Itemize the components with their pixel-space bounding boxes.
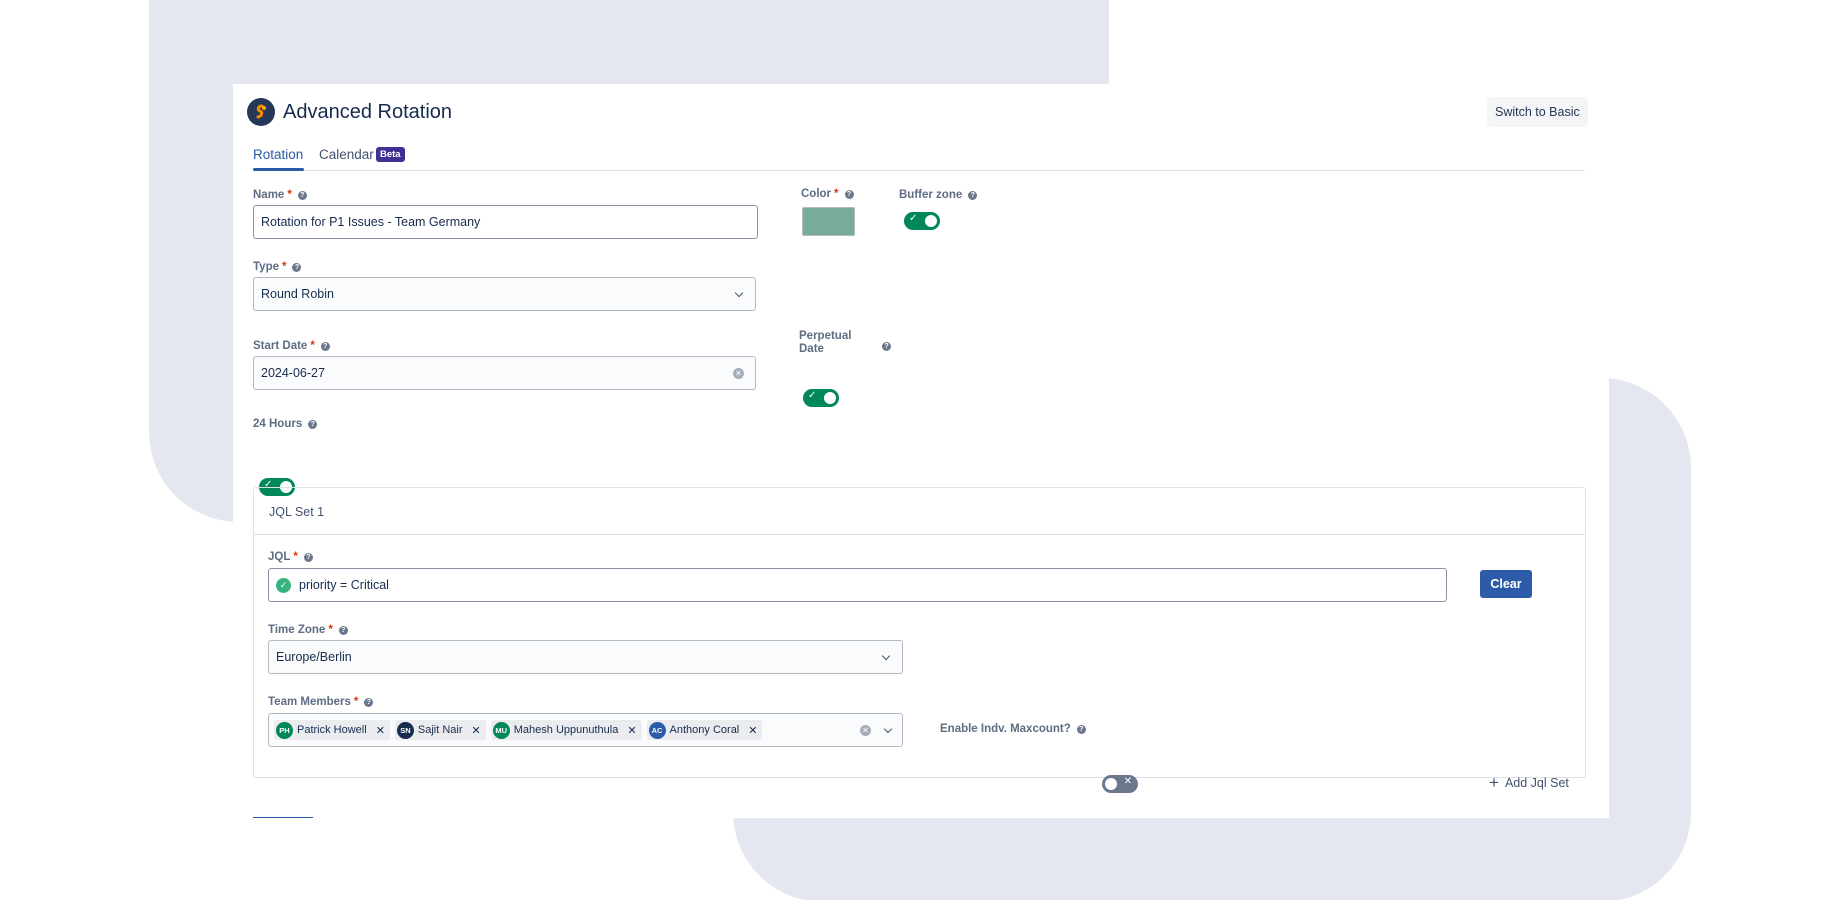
avatar: AC (648, 721, 666, 739)
help-icon[interactable]: ? (338, 625, 348, 635)
avatar: PH (276, 721, 293, 739)
maxcount-label: Enable Indv. Maxcount?? (940, 723, 1086, 735)
help-icon[interactable]: ? (303, 552, 313, 562)
remove-member-icon[interactable]: ✕ (472, 724, 481, 737)
help-icon[interactable]: ? (882, 342, 891, 351)
beta-badge: Beta (376, 147, 405, 162)
avatar: SN (396, 721, 414, 739)
add-jql-set-button[interactable]: + Add Jql Set (1489, 773, 1569, 792)
rotation-panel: Advanced Rotation Switch to Basic Rotati… (233, 84, 1609, 818)
avatar: MU (492, 721, 510, 739)
team-members-select[interactable]: PH Patrick Howell ✕ SN Sajit Nair ✕ MU M… (268, 713, 903, 747)
color-swatch[interactable] (802, 207, 855, 236)
perpetual-date-toggle[interactable]: ✓ (803, 389, 839, 407)
start-date-label: Start Date *? (253, 340, 330, 352)
type-label: Type *? (253, 261, 302, 273)
tab-calendar[interactable]: Calendar (319, 147, 374, 162)
remove-member-icon[interactable]: ✕ (376, 724, 385, 737)
chevron-down-icon[interactable] (883, 724, 893, 733)
color-label: Color *? (801, 188, 854, 200)
switch-to-basic-button[interactable]: Switch to Basic (1487, 97, 1588, 127)
clear-jql-button[interactable]: Clear (1480, 570, 1532, 598)
clear-date-icon[interactable]: ✕ (733, 367, 744, 379)
remove-member-icon[interactable]: ✕ (627, 724, 636, 737)
chevron-down-icon (734, 288, 744, 297)
member-chip[interactable]: SN Sajit Nair ✕ (394, 720, 486, 740)
help-icon[interactable]: ? (292, 262, 302, 272)
help-icon[interactable]: ? (308, 419, 318, 429)
help-icon[interactable]: ? (364, 697, 374, 707)
plus-icon: + (1489, 773, 1499, 792)
member-chip[interactable]: AC Anthony Coral ✕ (646, 720, 763, 740)
member-chip[interactable]: MU Mahesh Uppunuthula ✕ (490, 720, 642, 740)
help-icon[interactable]: ? (297, 190, 307, 200)
tabs-divider (253, 170, 1585, 171)
maxcount-toggle[interactable]: ✕ (1102, 775, 1138, 793)
help-icon[interactable]: ? (844, 189, 854, 199)
screenshot-stage: Advanced Rotation Switch to Basic Rotati… (0, 0, 1840, 900)
name-input[interactable]: Rotation for P1 Issues - Team Germany (253, 205, 758, 239)
help-icon[interactable]: ? (1076, 724, 1086, 734)
app-logo-icon (247, 98, 275, 126)
time-zone-select[interactable]: Europe/Berlin (268, 640, 903, 674)
member-chip[interactable]: PH Patrick Howell ✕ (274, 720, 390, 740)
type-select[interactable]: Round Robin (253, 277, 756, 311)
team-members-label: Team Members *? (268, 696, 374, 708)
jql-input[interactable]: ✓ priority = Critical (268, 568, 1447, 602)
chevron-down-icon (881, 651, 891, 660)
time-zone-label: Time Zone *? (268, 624, 348, 636)
perpetual-date-label: Perpetual Date (799, 330, 852, 355)
name-label: Name *? (253, 189, 307, 201)
buffer-zone-label: Buffer zone? (899, 189, 978, 201)
start-date-input[interactable]: 2024-06-27 ✕ (253, 356, 756, 390)
cross-icon: ✕ (1123, 776, 1132, 787)
buffer-zone-toggle[interactable]: ✓ (904, 212, 940, 230)
help-icon[interactable]: ? (320, 341, 330, 351)
valid-check-icon: ✓ (276, 577, 291, 593)
remove-member-icon[interactable]: ✕ (748, 724, 757, 737)
footer-tab-indicator (253, 817, 313, 818)
jql-set-title: JQL Set 1 (254, 488, 1585, 535)
check-icon: ✓ (909, 213, 918, 224)
active-tab-indicator (253, 168, 304, 171)
jql-label: JQL *? (268, 551, 313, 563)
check-icon: ✓ (808, 390, 817, 401)
clear-members-icon[interactable]: ✕ (860, 724, 871, 736)
hours24-label: 24 Hours? (253, 418, 318, 430)
help-icon[interactable]: ? (968, 190, 978, 200)
page-title: Advanced Rotation (283, 101, 453, 123)
tab-rotation[interactable]: Rotation (253, 147, 303, 162)
